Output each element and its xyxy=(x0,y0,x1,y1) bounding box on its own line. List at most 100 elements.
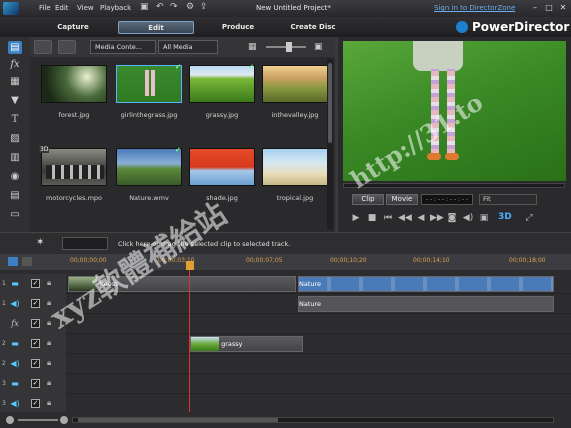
track-enable-checkbox[interactable]: ✓ xyxy=(31,379,40,388)
upload-icon[interactable]: ⇪ xyxy=(200,2,208,12)
hint-bar: ✶ Click here or drag the selected clip t… xyxy=(0,232,571,254)
snapshot-icon[interactable]: ◙ xyxy=(446,212,458,224)
tab-produce[interactable]: Produce xyxy=(205,21,271,34)
brand-logo-icon xyxy=(456,21,468,33)
media-content-dropdown[interactable]: Media Conte... xyxy=(90,40,156,54)
subtitle-room-icon[interactable]: ▭ xyxy=(8,208,22,221)
magic-tools-icon[interactable]: ✶ xyxy=(36,237,44,248)
track-3-video: 3 ▬ ✓ 🔒︎ xyxy=(0,374,571,394)
clip-nature-audio[interactable]: Nature xyxy=(298,296,554,312)
chapter-room-icon[interactable]: ▤ xyxy=(8,189,22,202)
undo-icon[interactable]: ↶ xyxy=(156,2,164,12)
media-label: inthevalley.jpg xyxy=(271,111,319,119)
slider-handle[interactable] xyxy=(286,42,292,52)
track-header: 3 ▬ ✓ 🔒︎ xyxy=(0,374,66,394)
lock-icon[interactable]: 🔒︎ xyxy=(47,278,55,288)
tab-capture[interactable]: Capture xyxy=(40,21,106,34)
menu-view[interactable]: View xyxy=(77,4,94,12)
room-toolbar: ▤ fx ▦ ▼ T ▨ ▥ ◉ ▤ ▭ xyxy=(0,37,30,232)
track-enable-checkbox[interactable]: ✓ xyxy=(31,319,40,328)
track-enable-checkbox[interactable]: ✓ xyxy=(31,299,40,308)
redo-icon[interactable]: ↷ xyxy=(170,2,178,12)
media-filter-dropdown[interactable]: All Media xyxy=(158,40,218,54)
lock-icon[interactable]: 🔒︎ xyxy=(47,398,55,408)
lock-icon[interactable]: 🔒︎ xyxy=(47,378,55,388)
movie-mode-button[interactable]: Movie xyxy=(386,194,418,205)
clip-mode-button[interactable]: Clip xyxy=(352,194,384,205)
lock-icon[interactable]: 🔒︎ xyxy=(47,338,55,348)
zoom-slider[interactable] xyxy=(18,419,58,421)
track-number: 2 xyxy=(2,340,6,347)
menu-edit[interactable]: Edit xyxy=(55,4,69,12)
timecode-display[interactable]: - - : - - : - - : - - xyxy=(421,194,473,205)
fast-forward-icon[interactable]: ▶▶ xyxy=(430,212,444,224)
timeline-scrollbar[interactable] xyxy=(72,417,554,423)
settings-icon[interactable]: ⚙ xyxy=(186,2,194,12)
lock-icon[interactable]: 🔒︎ xyxy=(47,358,55,368)
scroll-thumb[interactable] xyxy=(328,63,332,143)
tick-label: 00;00;14;10 xyxy=(413,257,450,264)
previous-frame-icon[interactable]: ⏮ xyxy=(382,212,394,224)
menu-playback[interactable]: Playback xyxy=(100,4,131,12)
track-enable-checkbox[interactable]: ✓ xyxy=(31,339,40,348)
audio-track-icon: ◀) xyxy=(10,359,20,368)
media-item-motorcycles[interactable]: 3D motorcycles.mpo xyxy=(38,145,110,208)
particle-room-icon[interactable]: ▼ xyxy=(8,94,22,107)
thumbnail xyxy=(41,65,107,103)
timeline-footer xyxy=(0,412,571,428)
media-room-icon[interactable]: ▤ xyxy=(8,41,22,54)
zoom-fit-dropdown[interactable]: Fit xyxy=(479,194,537,205)
track-number: 1 xyxy=(2,280,6,287)
track-enable-checkbox[interactable]: ✓ xyxy=(31,359,40,368)
storyboard-view-icon[interactable] xyxy=(22,257,32,266)
play-icon[interactable]: ▶ xyxy=(350,212,362,224)
3d-mode-icon[interactable]: 3D xyxy=(498,212,512,222)
title-room-icon[interactable]: T xyxy=(8,113,22,126)
scroll-thumb[interactable] xyxy=(78,418,278,422)
clip-grassy[interactable]: grassy xyxy=(190,336,303,352)
media-item-girlinthegrass[interactable]: ✔ girlinthegrass.jpg xyxy=(113,62,185,125)
undock-icon[interactable]: ⤢ xyxy=(523,212,535,224)
volume-icon[interactable]: ◀) xyxy=(462,212,474,224)
menu-file[interactable]: File xyxy=(39,4,51,12)
plugins-icon[interactable] xyxy=(58,40,76,54)
track-enable-checkbox[interactable]: ✓ xyxy=(31,399,40,408)
media-item-nature[interactable]: ✔ Nature.wmv xyxy=(113,145,185,208)
maximize-icon[interactable]: □ xyxy=(543,2,555,13)
effect-room-icon[interactable]: fx xyxy=(8,58,22,71)
tab-edit[interactable]: Edit xyxy=(118,21,194,34)
zoom-in-icon[interactable] xyxy=(60,416,68,424)
transition-room-icon[interactable]: ▨ xyxy=(8,132,22,145)
title-bar: File Edit View Playback ▣ ↶ ↷ ⚙ ⇪ New Un… xyxy=(0,0,571,17)
media-item-forest[interactable]: forest.jpg xyxy=(38,62,110,125)
save-icon[interactable]: ▣ xyxy=(140,2,149,12)
edit-mode-toggle[interactable] xyxy=(62,237,108,250)
media-item-inthevalley[interactable]: inthevalley.jpg xyxy=(259,62,331,125)
tab-create-disc[interactable]: Create Disc xyxy=(280,21,346,34)
pip-room-icon[interactable]: ▦ xyxy=(8,75,22,88)
grid-view-icon[interactable]: ▦ xyxy=(248,42,257,52)
track-3-audio: 3 ◀) ✓ 🔒︎ xyxy=(0,394,571,414)
media-item-tropical[interactable]: tropical.jpg xyxy=(259,145,331,208)
track-enable-checkbox[interactable]: ✓ xyxy=(31,279,40,288)
import-media-icon[interactable] xyxy=(34,40,52,54)
time-ruler[interactable]: 00;00;00;00 00;00;03;10 00;00;07;05 00;0… xyxy=(0,254,571,270)
voiceover-room-icon[interactable]: ◉ xyxy=(8,170,22,183)
media-item-grassy[interactable]: ✔ grassy.jpg xyxy=(186,62,258,125)
track-header: 2 ◀) ✓ 🔒︎ xyxy=(0,354,66,374)
timeline-view-icon[interactable] xyxy=(8,257,18,266)
library-menu-icon[interactable]: ▣ xyxy=(314,42,323,52)
library-scrollbar[interactable] xyxy=(327,59,333,229)
media-label: grassy.jpg xyxy=(205,111,239,119)
rewind-icon[interactable]: ◀◀ xyxy=(398,212,412,224)
zoom-out-icon[interactable] xyxy=(6,416,14,424)
playhead-handle[interactable] xyxy=(186,261,194,270)
quality-icon[interactable]: ▣ xyxy=(478,212,490,224)
clip-nature-video[interactable]: Nature xyxy=(298,276,554,292)
audio-mixing-room-icon[interactable]: ▥ xyxy=(8,151,22,164)
stop-icon[interactable]: ■ xyxy=(366,212,378,224)
close-icon[interactable]: ✕ xyxy=(557,2,569,13)
minimize-icon[interactable]: – xyxy=(529,2,541,13)
step-back-icon[interactable]: ◀ xyxy=(415,212,427,224)
signin-link[interactable]: Sign in to DirectorZone xyxy=(434,4,515,12)
